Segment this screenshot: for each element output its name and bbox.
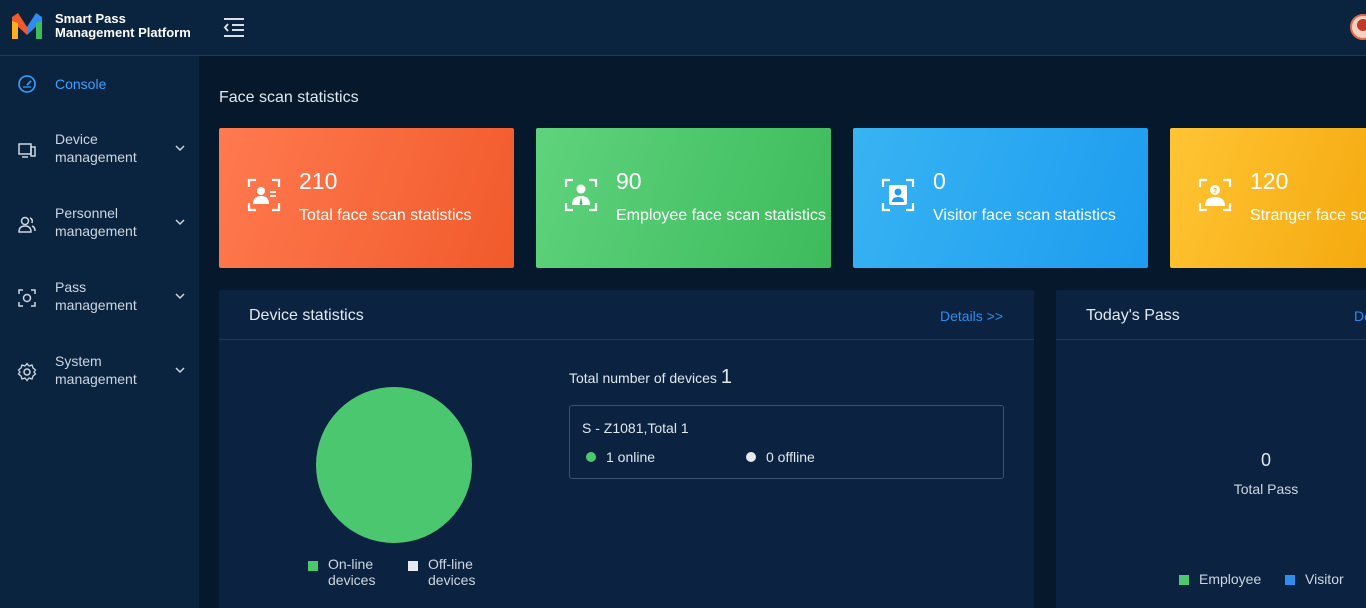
app-title: Smart Pass Management Platform (55, 12, 191, 40)
main-content: Face scan statistics 210 Total face scan… (199, 56, 1366, 608)
sidebar-item-label: Console (55, 76, 107, 92)
card-label: Visitor face scan statistics (933, 207, 1116, 224)
todays-pass-panel: Today's Pass Details >> 0 Total Pass Emp… (1056, 290, 1366, 608)
pass-details-link[interactable]: Details >> (1354, 308, 1366, 324)
card-value: 210 (299, 168, 338, 194)
total-devices-value: 1 (720, 366, 732, 388)
legend-offline-label: Off-line devices (428, 556, 476, 588)
logo-icon (12, 13, 42, 39)
offline-count: 0 offline (766, 449, 815, 465)
pass-icon (18, 289, 36, 307)
card-value: 90 (616, 168, 642, 194)
svg-text:?: ? (1213, 188, 1217, 195)
sidebar: Console Device management Personnel mana… (0, 56, 199, 608)
gear-icon (17, 362, 37, 382)
device-icon (18, 143, 36, 158)
panel-title: Device statistics (249, 307, 364, 324)
device-statistics-panel: Device statistics Details >> On-line dev… (219, 290, 1034, 608)
employee-face-scan-card[interactable]: 90 Employee face scan statistics (536, 128, 831, 268)
sidebar-item-label: Personnel management (55, 205, 137, 239)
dashboard-icon (18, 75, 36, 93)
face-scan-title: Face scan statistics (219, 89, 359, 106)
total-pass-value: 0 (1260, 450, 1271, 470)
app-title-line1: Smart Pass (55, 11, 126, 26)
total-pass-label: Total Pass (1233, 481, 1299, 497)
app-title-line2: Management Platform (55, 25, 191, 40)
divider (1056, 339, 1366, 340)
pie-slice-online[interactable] (316, 387, 472, 543)
chevron-down-icon (175, 219, 185, 226)
device-model-box: S - Z1081,Total 1 1 online 0 offline (569, 405, 1004, 479)
sidebar-item-device-management[interactable]: Device management (0, 122, 199, 182)
sidebar-item-label: System management (55, 353, 137, 387)
panel-title: Today's Pass (1086, 307, 1180, 324)
sidebar-item-console[interactable]: Console (0, 56, 199, 116)
sidebar-item-system-management[interactable]: System management (0, 344, 199, 404)
face-scan-icon (247, 178, 281, 212)
sidebar-item-pass-management[interactable]: Pass management (0, 270, 199, 330)
card-label: Employee face scan statistics (616, 207, 826, 224)
legend-employee-swatch (1179, 575, 1189, 585)
card-label: Stranger face scan statistics (1250, 207, 1366, 224)
device-pie-chart (316, 387, 472, 543)
legend-online-swatch (308, 561, 318, 571)
user-avatar[interactable] (1350, 14, 1366, 40)
sidebar-item-label: Pass management (55, 279, 137, 313)
device-model-name: S - Z1081,Total 1 (582, 420, 689, 436)
employee-icon (564, 178, 598, 212)
total-devices-label: Total number of devices (569, 370, 717, 386)
online-count: 1 online (606, 449, 656, 465)
legend-employee-label: Employee (1199, 571, 1262, 587)
card-label: Total face scan statistics (299, 207, 472, 224)
menu-collapse-icon[interactable] (222, 15, 246, 39)
total-face-scan-card[interactable]: 210 Total face scan statistics (219, 128, 514, 268)
divider (219, 339, 1034, 340)
offline-dot (746, 452, 756, 462)
online-dot (586, 452, 596, 462)
chevron-down-icon (175, 367, 185, 374)
chevron-down-icon (175, 145, 185, 152)
sidebar-item-personnel-management[interactable]: Personnel management (0, 196, 199, 256)
sidebar-item-label: Device management (55, 131, 137, 165)
legend-visitor-swatch (1285, 575, 1295, 585)
chevron-down-icon (175, 293, 185, 300)
legend-offline-swatch (408, 561, 418, 571)
card-value: 0 (933, 168, 946, 194)
total-devices: Total number of devices 1 (569, 366, 732, 389)
stranger-icon: ? (1198, 178, 1232, 212)
visitor-face-scan-card[interactable]: 0 Visitor face scan statistics (853, 128, 1148, 268)
device-details-link[interactable]: Details >> (940, 308, 1003, 324)
legend-online-label: On-line devices (328, 556, 376, 588)
stranger-face-scan-card[interactable]: ? 120 Stranger face scan statistics (1170, 128, 1366, 268)
card-value: 120 (1250, 168, 1289, 194)
users-icon (18, 216, 36, 233)
legend-visitor-label: Visitor (1305, 571, 1344, 587)
visitor-icon (881, 178, 915, 212)
top-bar: Smart Pass Management Platform (0, 0, 1366, 56)
